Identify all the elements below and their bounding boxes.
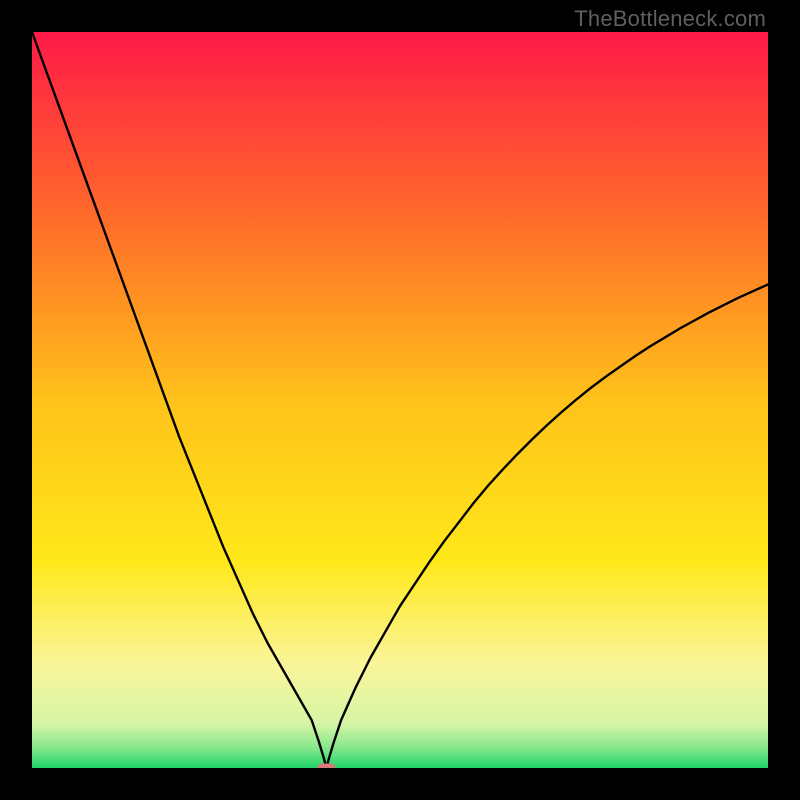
plot-area	[32, 32, 768, 768]
bottleneck-chart	[32, 32, 768, 768]
outer-frame: TheBottleneck.com	[0, 0, 800, 800]
optimum-marker	[317, 764, 335, 769]
watermark-label: TheBottleneck.com	[574, 6, 766, 32]
gradient-background	[32, 32, 768, 768]
